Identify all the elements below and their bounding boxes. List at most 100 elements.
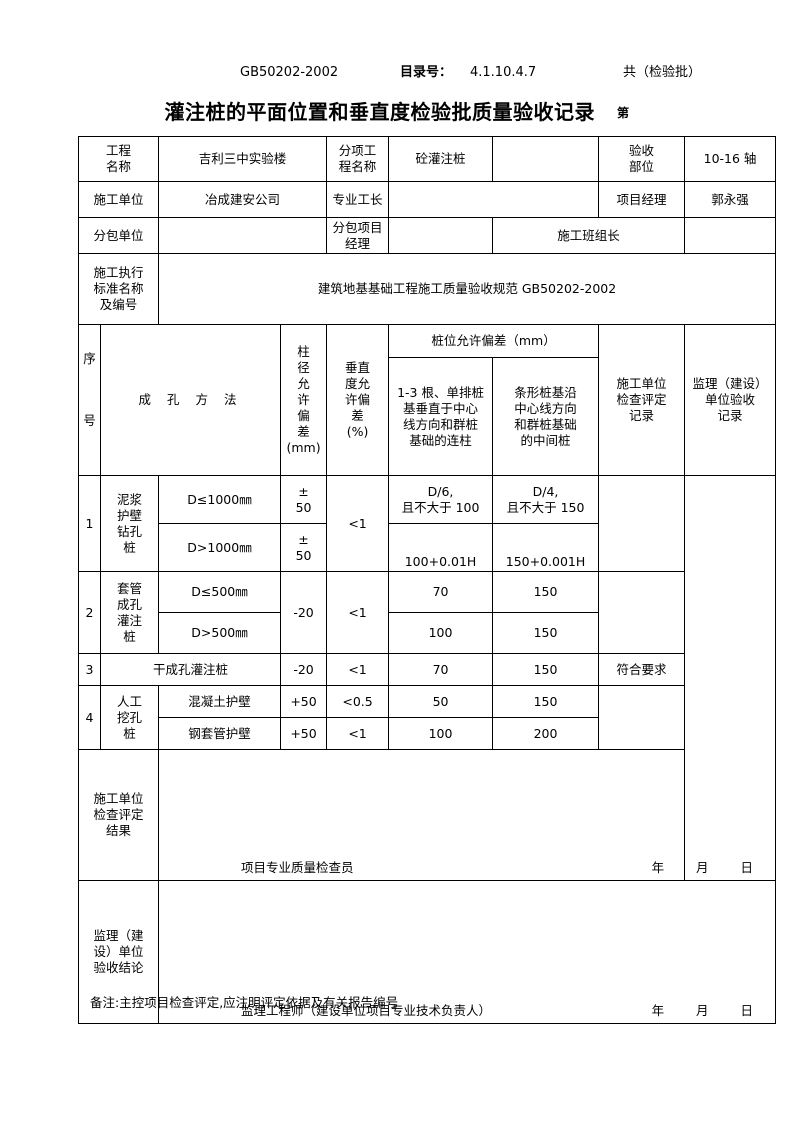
- project-name-label-l2: 名称: [106, 159, 132, 174]
- project-name-value[interactable]: 吉利三中实验楼: [158, 136, 328, 182]
- info-row-subcontractor: 分包单位 分包项目经理 施工班组长: [77, 217, 777, 254]
- row-method-2a: D≤500㎜: [158, 571, 282, 613]
- supervisor-record-l2: 记录: [717, 408, 743, 423]
- constructor-conclusion-row: 施工单位 检查评定 结果 项目专业质量检查员 年 月 日: [77, 749, 777, 881]
- row-verticality-1: <1: [326, 475, 390, 572]
- row-type-2-l3: 桩: [123, 628, 136, 644]
- verticality-line-1: 度允: [345, 376, 371, 391]
- subitem-name-value[interactable]: 砼灌注桩: [388, 136, 494, 182]
- row-pos1-4b: 100: [388, 717, 494, 750]
- column-header-method: 成 孔 方 法: [99, 324, 282, 476]
- constructor-conclusion-label-l2: 结果: [106, 823, 132, 838]
- column-header-supervisor-record: 监理（建设） 单位验收 记录: [684, 324, 777, 476]
- sub-project-manager-label: 分包项目经理: [326, 217, 390, 254]
- standard-code: GB50202-2002: [240, 65, 339, 80]
- page-title: 灌注桩的平面位置和垂直度检验批质量验收记录 第: [0, 96, 794, 125]
- row-diameter-4a: +50: [280, 685, 328, 718]
- row-pos2-2a: 150: [492, 571, 600, 613]
- project-name-label-l1: 工程: [106, 143, 132, 158]
- pile-pos-col2-l1: 中心线方向: [514, 400, 577, 416]
- column-header-seq: 序 号: [78, 324, 101, 476]
- acceptance-part-value[interactable]: 10-16 轴: [684, 136, 777, 182]
- construction-unit-value[interactable]: 冶成建安公司: [158, 181, 328, 218]
- row-pos2-1a: D/4, 且不大于 150: [492, 475, 600, 524]
- subcontractor-value[interactable]: [158, 217, 328, 254]
- subitem-name-label-l1: 分项工: [338, 143, 377, 158]
- constructor-record-l2: 记录: [629, 408, 655, 423]
- column-header-constructor-record: 施工单位 检查评定 记录: [598, 324, 686, 476]
- remark-note: 备注:主控项目检查评定,应注明评定依据及有关报告编号: [90, 995, 399, 1010]
- column-header-pile-position-group: 桩位允许偏差（mm）: [388, 324, 600, 358]
- acceptance-part-label-l2: 部位: [629, 159, 655, 174]
- document-page: GB50202-2002 目录号： 4.1.10.4.7 共（检验批） 灌注桩的…: [0, 0, 794, 1123]
- constructor-conclusion-body[interactable]: 项目专业质量检查员 年 月 日: [158, 749, 777, 881]
- pile-pos-col1-l3: 基础的连柱: [409, 432, 472, 448]
- verticality-line-3: 差: [351, 408, 364, 423]
- row-diameter-3: -20: [280, 653, 328, 686]
- column-header-seq-c1: 序: [83, 351, 96, 366]
- pile-pos-col1-l1: 基垂直于中心: [403, 400, 479, 416]
- constructor-date-label: 年 月 日: [651, 860, 768, 875]
- constructor-conclusion-label-l0: 施工单位: [93, 791, 144, 806]
- pile-pos-col1-l2: 线方向和群桩: [403, 416, 479, 432]
- standard-name-label: 施工执行 标准名称 及编号: [77, 253, 160, 325]
- constructor-conclusion-label-l1: 检查评定: [93, 807, 144, 822]
- constructor-signature-row: 项目专业质量检查员 年 月 日: [159, 858, 775, 876]
- column-header-pile-pos-col2: 条形桩基沿 中心线方向 和群桩基础 的中间桩: [492, 357, 600, 476]
- pile-pos-col2-l0: 条形桩基沿: [514, 384, 577, 400]
- constructor-signer-label: 项目专业质量检查员: [241, 860, 354, 875]
- standard-name-label-l3: 及编号: [99, 297, 138, 312]
- project-manager-value[interactable]: 郭永强: [684, 181, 777, 218]
- row-pos2-1a-l2: 且不大于 150: [506, 499, 585, 515]
- row-diameter-1a-l2: 50: [295, 499, 312, 515]
- supervisor-record-l0: 监理（建设）: [692, 376, 768, 391]
- row-seq-2: 2: [78, 571, 101, 654]
- diameter-dev-char-3: 许: [297, 392, 310, 407]
- table-row: 2 套管 成孔 灌注 桩 D≤500㎜ -20 <1 70 150: [78, 571, 776, 654]
- standard-name-value[interactable]: 建筑地基基础工程施工质量验收规范 GB50202-2002: [158, 253, 777, 325]
- subitem-name-label: 分项工 程名称: [326, 136, 390, 182]
- row-type-4: 人工 挖孔 桩: [99, 685, 160, 750]
- row-constructor-record-3[interactable]: 符合要求: [598, 653, 686, 686]
- row-pos1-4a: 50: [388, 685, 494, 718]
- row-method-2b: D>500㎜: [158, 612, 282, 654]
- row-pos2-3: 150: [492, 653, 600, 686]
- sub-project-manager-value[interactable]: [388, 217, 494, 254]
- foreman-value[interactable]: [388, 181, 600, 218]
- row-method-1a: D≤1000㎜: [158, 475, 282, 524]
- row-diameter-1b-l1: ±: [298, 531, 309, 547]
- row-type-4-l1: 挖孔: [117, 709, 143, 725]
- column-header-diameter-deviation: 柱 径 允 许 偏 差 (mm): [280, 324, 328, 476]
- team-leader-label: 施工班组长: [492, 217, 686, 254]
- row-seq-3: 3: [78, 653, 101, 686]
- team-leader-value[interactable]: [684, 217, 777, 254]
- row-pos1-1a: D/6, 且不大于 100: [388, 475, 494, 524]
- row-pos1-3: 70: [388, 653, 494, 686]
- row-pos2-4a: 150: [492, 685, 600, 718]
- row-method-1b: D>1000㎜: [158, 523, 282, 572]
- acceptance-part-label-l1: 验收: [629, 143, 655, 158]
- row-constructor-record-1[interactable]: [598, 475, 686, 572]
- column-header-pile-pos-col1: 1-3 根、单排桩 基垂直于中心 线方向和群桩 基础的连柱: [388, 357, 494, 476]
- verticality-line-4: (%): [346, 424, 369, 439]
- row-diameter-4b: +50: [280, 717, 328, 750]
- row-type-1-l2: 钻孔: [117, 523, 143, 539]
- verticality-line-2: 许偏: [345, 392, 371, 407]
- standard-name-label-l2: 标准名称: [93, 281, 144, 296]
- acceptance-part-label: 验收 部位: [598, 136, 686, 182]
- diameter-dev-char-4: 偏: [297, 408, 310, 423]
- row-constructor-record-4[interactable]: [598, 685, 686, 750]
- subitem-name-value-spacer: [492, 136, 600, 182]
- diameter-dev-char-5: 差: [297, 424, 310, 439]
- row-type-1-l1: 护壁: [117, 507, 143, 523]
- row-pos2-1a-l1: D/4,: [532, 483, 559, 499]
- table-row: 1 泥浆 护壁 钻孔 桩 D≤1000㎜ ± 50 <1 D/6, 且不大于 1…: [78, 475, 777, 881]
- table-row: 4 人工 挖孔 桩 混凝土护壁 +50 <0.5 50 150: [78, 685, 776, 750]
- row-pos1-2a: 70: [388, 571, 494, 613]
- table-header-row-1: 序 号 成 孔 方 法 柱 径 允 许 偏 差 (mm) 垂直 度允 许偏 差 …: [78, 324, 777, 476]
- row-type-2: 套管 成孔 灌注 桩: [99, 571, 160, 654]
- row-constructor-record-2[interactable]: [598, 571, 686, 654]
- info-row-construction-unit: 施工单位 冶成建安公司 专业工长 项目经理 郭永强: [77, 181, 777, 218]
- supervisor-record-l1: 单位验收: [705, 392, 756, 407]
- row-seq-1: 1: [78, 475, 101, 572]
